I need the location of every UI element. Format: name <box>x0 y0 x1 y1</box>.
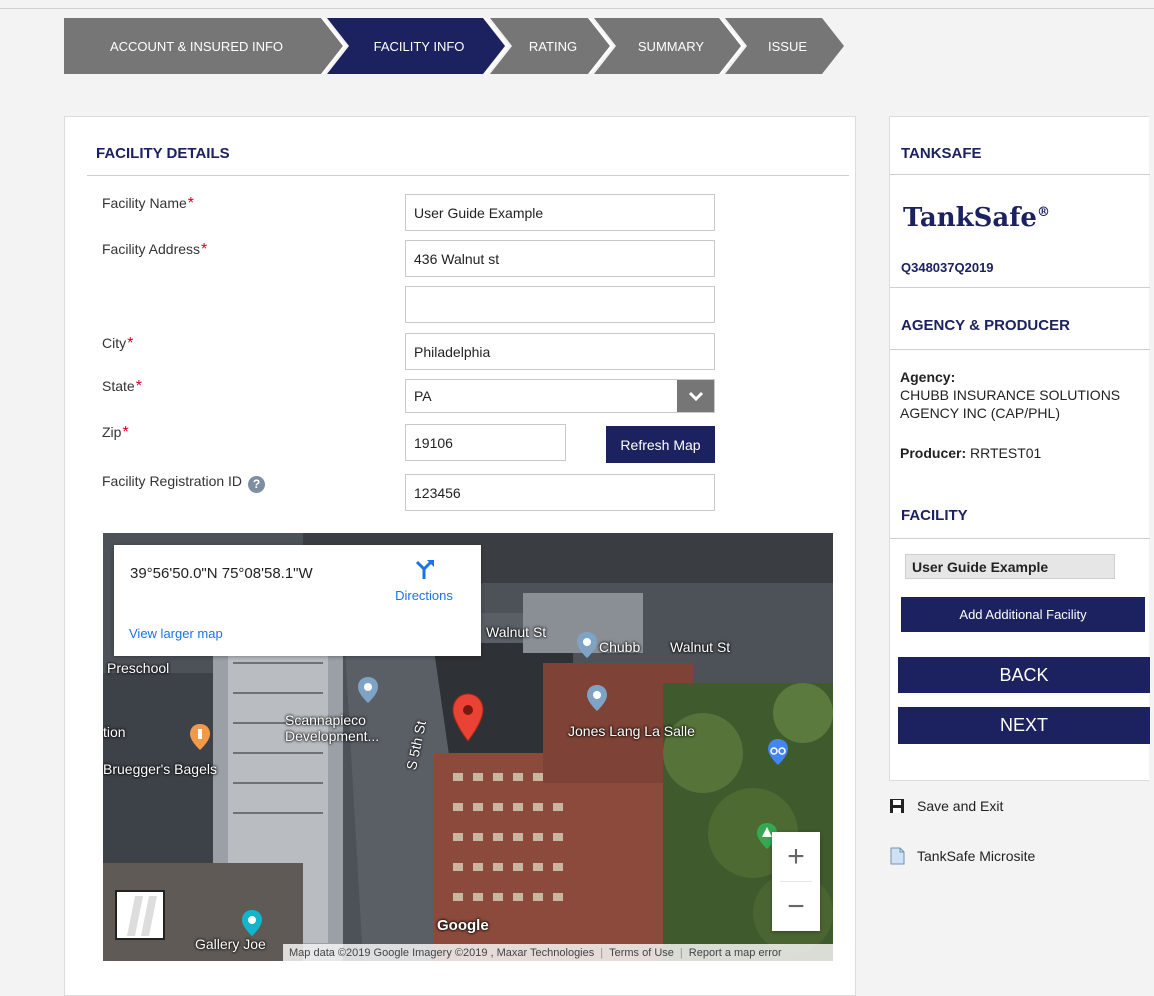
policy-sidebar: TANKSAFE TankSafe® Q348037Q2019 AGENCY &… <box>889 116 1150 781</box>
zip-label: Zip* <box>102 424 129 441</box>
bike-pin-icon[interactable] <box>767 738 789 766</box>
map-label: Scannapieco Development... <box>285 712 380 744</box>
directions-icon <box>415 560 434 579</box>
next-button[interactable]: NEXT <box>898 707 1150 744</box>
map-label: tion <box>103 724 126 740</box>
required-marker: * <box>127 335 134 352</box>
facility-details-card: FACILITY DETAILS Facility Name* Facility… <box>64 116 856 996</box>
back-button[interactable]: BACK <box>898 657 1150 693</box>
zip-input[interactable] <box>405 424 566 461</box>
place-pin-icon[interactable] <box>586 684 608 712</box>
agency-info: Agency: CHUBB INSURANCE SOLUTIONS AGENCY… <box>900 368 1140 422</box>
step-account-insured-info[interactable]: ACCOUNT & INSURED INFO <box>64 18 343 74</box>
producer-info: Producer: RRTEST01 <box>900 445 1041 461</box>
state-select[interactable]: PA <box>405 379 715 413</box>
chevron-down-icon[interactable] <box>677 380 714 412</box>
tanksafe-microsite-label: TankSafe Microsite <box>917 848 1036 864</box>
sidebar-divider <box>890 287 1150 288</box>
map-label: Preschool <box>107 660 170 676</box>
gallery-pin-icon[interactable] <box>241 909 263 937</box>
city-input[interactable] <box>405 333 715 370</box>
facility-name-input[interactable] <box>405 194 715 231</box>
step-summary[interactable]: SUMMARY <box>594 18 742 74</box>
map-coordinates: 39°56'50.0"N 75°08'58.1"W <box>130 565 313 582</box>
tanksafe-microsite-link[interactable]: TankSafe Microsite <box>889 847 1035 865</box>
tanksafe-title: TANKSAFE <box>901 145 982 162</box>
sidebar-divider <box>890 538 1150 539</box>
city-label: City* <box>102 335 134 352</box>
map-label: Bruegger's Bagels <box>103 761 217 777</box>
section-title: FACILITY DETAILS <box>96 145 230 162</box>
google-logo: Google <box>437 917 489 934</box>
directions-link[interactable]: Directions <box>384 559 464 603</box>
facility-registration-id-input[interactable] <box>405 474 715 511</box>
state-label: State* <box>102 378 142 395</box>
floppy-disk-icon <box>889 798 905 814</box>
map-label: Gallery Joe <box>195 936 266 952</box>
required-marker: * <box>201 241 208 258</box>
save-and-exit-link[interactable]: Save and Exit <box>889 798 1003 814</box>
state-selected-value: PA <box>414 388 432 404</box>
map-data-credit: Map data ©2019 Google Imagery ©2019 , Ma… <box>289 946 595 959</box>
view-larger-map-link[interactable]: View larger map <box>129 626 223 641</box>
place-pin-icon[interactable] <box>357 676 379 704</box>
sidebar-divider <box>890 174 1150 175</box>
quote-number: Q348037Q2019 <box>901 260 994 275</box>
required-marker: * <box>135 378 142 395</box>
document-icon <box>889 847 905 865</box>
facility-title: FACILITY <box>901 507 968 524</box>
help-icon[interactable]: ? <box>248 476 266 493</box>
facility-name-label: Facility Name* <box>102 195 195 212</box>
map-zoom-control: + − <box>772 832 820 931</box>
map-info-popup: 39°56'50.0"N 75°08'58.1"W Directions Vie… <box>114 545 481 656</box>
producer-label: Producer: <box>900 445 967 461</box>
facility-address-input[interactable] <box>405 240 715 277</box>
refresh-map-button[interactable]: Refresh Map <box>606 426 715 463</box>
street-view-icon <box>127 896 157 936</box>
agency-label: Agency: <box>900 369 956 385</box>
step-facility-info[interactable]: FACILITY INFO <box>327 18 505 74</box>
agency-producer-title: AGENCY & PRODUCER <box>901 317 1070 334</box>
map-type-toggle[interactable] <box>115 890 165 940</box>
required-marker: * <box>187 195 195 212</box>
tanksafe-logo: TankSafe® <box>903 203 1050 233</box>
terms-of-use-link[interactable]: Terms of Use <box>603 947 680 959</box>
producer-value: RRTEST01 <box>970 445 1042 461</box>
facility-address-line2-input[interactable] <box>405 286 715 323</box>
map-label: Chubb <box>599 639 641 655</box>
facility-list-item[interactable]: User Guide Example <box>905 554 1115 579</box>
top-divider <box>0 8 1154 9</box>
add-additional-facility-button[interactable]: Add Additional Facility <box>901 597 1145 632</box>
map-label: Walnut St <box>486 624 547 640</box>
section-divider <box>87 175 849 176</box>
map-label: Jones Lang La Salle <box>568 723 695 739</box>
place-pin-icon[interactable] <box>576 631 598 659</box>
restaurant-pin-icon[interactable] <box>189 723 211 751</box>
agency-name: CHUBB INSURANCE SOLUTIONS AGENCY INC (CA… <box>900 387 1121 421</box>
report-map-error-link[interactable]: Report a map error <box>683 947 788 959</box>
facility-address-label: Facility Address* <box>102 241 208 258</box>
save-and-exit-label: Save and Exit <box>917 798 1004 814</box>
map-view[interactable]: 39°56'50.0"N 75°08'58.1"W Directions Vie… <box>103 533 833 961</box>
sidebar-divider <box>890 349 1150 350</box>
map-label: Walnut St <box>670 639 731 655</box>
zoom-in-button[interactable]: + <box>772 832 820 881</box>
directions-label: Directions <box>395 588 453 603</box>
facility-registration-id-label: Facility Registration ID? <box>102 473 266 493</box>
map-attribution: Map data ©2019 Google Imagery ©2019 , Ma… <box>283 944 833 961</box>
location-marker-icon[interactable] <box>451 693 485 743</box>
required-marker: * <box>122 424 129 441</box>
zoom-out-button[interactable]: − <box>772 882 820 931</box>
